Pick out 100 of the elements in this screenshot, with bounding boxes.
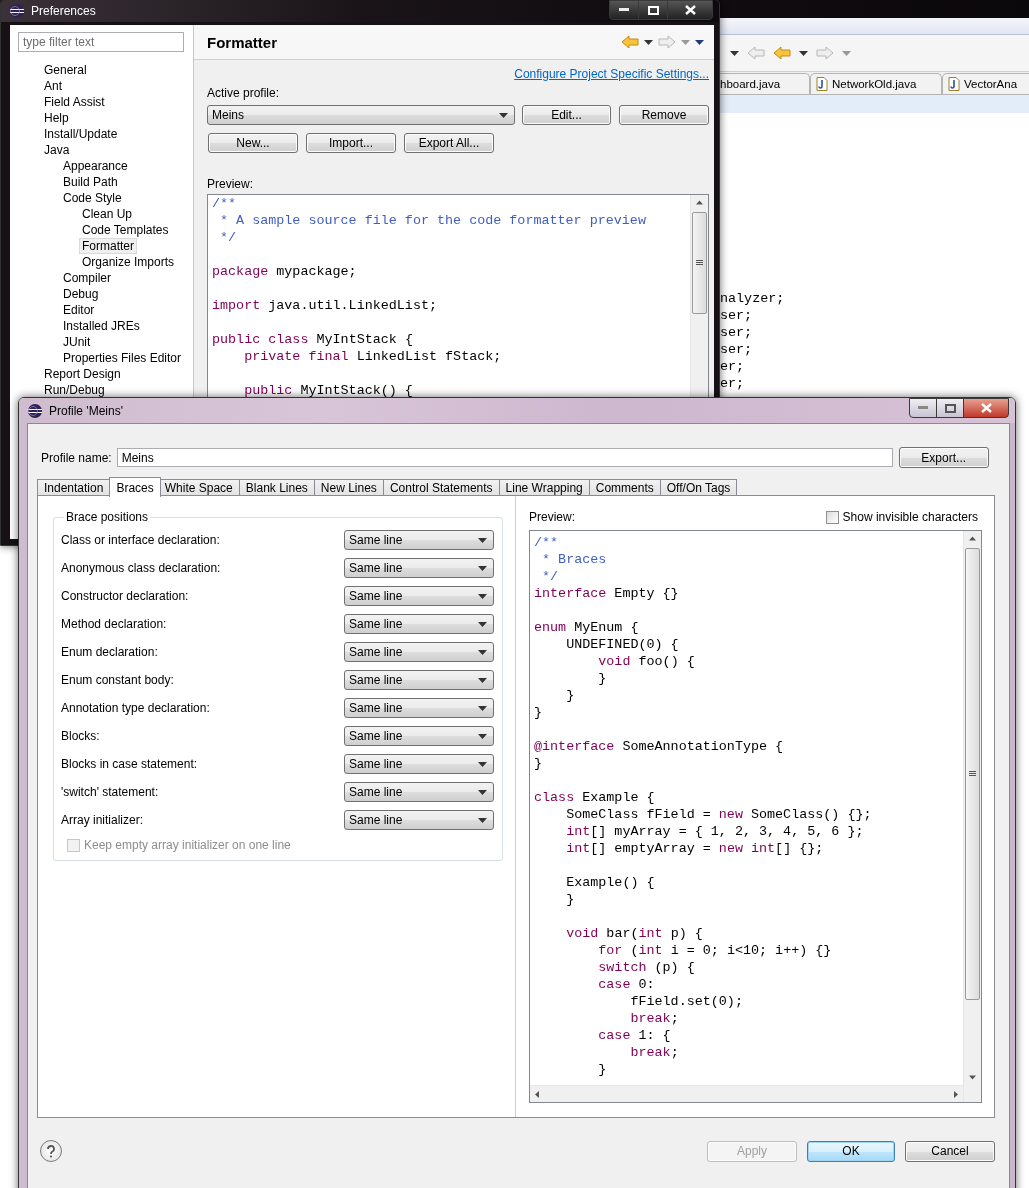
dialog-button[interactable]: OK xyxy=(807,1140,895,1162)
code-line: } xyxy=(597,670,608,687)
tree-item[interactable]: JUnit xyxy=(60,334,94,350)
brace-position-dropdown[interactable]: Same line xyxy=(344,614,494,634)
setting-label: Enum declaration: xyxy=(61,645,158,659)
tree-item[interactable]: Clean Up xyxy=(79,206,136,222)
code-line: ser; xyxy=(720,324,754,341)
java-file-icon xyxy=(816,77,828,91)
profile-dropdown[interactable]: Meins xyxy=(207,105,515,125)
edit-button[interactable]: Edit... xyxy=(522,105,611,125)
tree-item[interactable]: Editor xyxy=(60,302,98,318)
tab[interactable]: Off/On Tags xyxy=(659,479,738,496)
checkbox-label: Keep empty array initializer on one line xyxy=(84,838,291,852)
tab[interactable]: Braces xyxy=(109,477,161,497)
dropdown-caret-icon[interactable] xyxy=(799,50,808,56)
scrollbar-thumb[interactable] xyxy=(692,212,707,314)
profile-name-field[interactable]: Meins xyxy=(116,448,893,467)
help-icon[interactable] xyxy=(40,1140,62,1162)
maximize-button[interactable] xyxy=(936,398,964,418)
code-comment-line: */ xyxy=(541,568,560,585)
export-button[interactable]: Export... xyxy=(898,447,989,468)
tree-item[interactable]: Build Path xyxy=(60,174,121,190)
tab[interactable]: Line Wrapping xyxy=(498,479,590,496)
scrollbar-thumb[interactable] xyxy=(965,548,980,1000)
code-line: public MyIntStack() { xyxy=(243,382,414,399)
brace-position-dropdown[interactable]: Same line xyxy=(344,642,494,662)
caret-icon xyxy=(478,789,487,795)
scroll-down-icon[interactable] xyxy=(969,1074,976,1081)
code-comment-line: */ xyxy=(219,229,238,246)
code-line: Example() { xyxy=(565,874,656,891)
code-line: } xyxy=(565,687,576,704)
tab[interactable]: Indentation xyxy=(37,479,111,496)
filter-field[interactable]: type filter text xyxy=(18,32,184,52)
code-line: } xyxy=(597,1061,608,1078)
tab[interactable]: New Lines xyxy=(313,479,384,496)
remove-button[interactable]: Remove xyxy=(619,105,709,125)
scroll-left-icon[interactable] xyxy=(534,1090,541,1098)
maximize-button[interactable] xyxy=(638,0,668,20)
close-button[interactable] xyxy=(667,0,713,20)
tree-item[interactable]: General xyxy=(41,62,90,78)
minimize-button[interactable] xyxy=(609,0,639,20)
tree-item[interactable]: Report Design xyxy=(41,366,124,382)
tree-item[interactable]: Ant xyxy=(41,78,65,94)
tree-item[interactable]: Compiler xyxy=(60,270,114,286)
tree-item[interactable]: Properties Files Editor xyxy=(60,350,185,366)
brace-position-dropdown[interactable]: Same line xyxy=(344,558,494,578)
tab[interactable]: Control Statements xyxy=(382,479,500,496)
brace-position-dropdown[interactable]: Same line xyxy=(344,810,494,830)
profile-button[interactable]: New... xyxy=(208,133,298,153)
dialog-button[interactable]: Cancel xyxy=(905,1140,995,1162)
tree-item[interactable]: Installed JREs xyxy=(60,318,143,334)
tab[interactable]: Blank Lines xyxy=(238,479,315,496)
caret-icon xyxy=(478,761,487,767)
view-menu-icon[interactable] xyxy=(695,39,704,45)
brace-position-dropdown[interactable]: Same line xyxy=(344,782,494,802)
tree-item[interactable]: Formatter xyxy=(79,238,137,254)
minimize-icon xyxy=(918,406,928,410)
configure-settings-link[interactable]: Configure Project Specific Settings... xyxy=(514,67,709,81)
tab[interactable]: Comments xyxy=(588,479,661,496)
caret-icon xyxy=(478,593,487,599)
tree-item[interactable]: Help xyxy=(41,110,72,126)
setting-label: Annotation type declaration: xyxy=(61,701,210,715)
dropdown-caret-icon[interactable] xyxy=(644,39,653,45)
code-line: void foo() { xyxy=(597,653,696,670)
brace-position-dropdown[interactable]: Same line xyxy=(344,698,494,718)
preview-label: Preview: xyxy=(207,177,254,191)
profile-button[interactable]: Import... xyxy=(306,133,396,153)
tree-item[interactable]: Appearance xyxy=(60,158,131,174)
code-line: for (int i = 0; i<10; i++) {} xyxy=(597,942,833,959)
brace-position-dropdown[interactable]: Same line xyxy=(344,726,494,746)
code-line: case 1: { xyxy=(597,1027,672,1044)
code-line: interface Empty {} xyxy=(534,585,680,602)
profile-button[interactable]: Export All... xyxy=(404,133,494,153)
brace-position-dropdown[interactable]: Same line xyxy=(344,670,494,690)
page-title: Formatter xyxy=(207,33,278,51)
checkbox[interactable] xyxy=(825,510,839,524)
tree-item[interactable]: Code Style xyxy=(60,190,125,206)
scroll-up-icon[interactable] xyxy=(969,535,976,542)
brace-position-dropdown[interactable]: Same line xyxy=(344,754,494,774)
tree-item[interactable]: Field Assist xyxy=(41,94,108,110)
editor-tab[interactable]: VectorAna xyxy=(942,73,1029,94)
close-button[interactable] xyxy=(963,398,1009,418)
scroll-up-icon[interactable] xyxy=(696,199,703,206)
brace-position-dropdown[interactable]: Same line xyxy=(344,530,494,550)
tree-item[interactable]: Run/Debug xyxy=(41,382,108,398)
minimize-button[interactable] xyxy=(909,398,937,418)
preview-label: Preview: xyxy=(529,510,575,524)
code-line: ser; xyxy=(720,307,754,324)
setting-label: Blocks: xyxy=(61,729,100,743)
tree-item[interactable]: Java xyxy=(41,142,73,158)
scroll-right-icon[interactable] xyxy=(952,1090,959,1098)
dropdown-caret-icon[interactable] xyxy=(730,50,739,56)
minimize-icon xyxy=(619,8,629,12)
setting-label: Blocks in case statement: xyxy=(61,757,198,771)
tree-item[interactable]: Debug xyxy=(60,286,102,302)
tree-item[interactable]: Install/Update xyxy=(41,126,121,142)
brace-position-dropdown[interactable]: Same line xyxy=(344,586,494,606)
tree-item[interactable]: Organize Imports xyxy=(79,254,178,270)
tree-item[interactable]: Code Templates xyxy=(79,222,172,238)
editor-tab[interactable]: NetworkOld.java xyxy=(810,73,942,94)
